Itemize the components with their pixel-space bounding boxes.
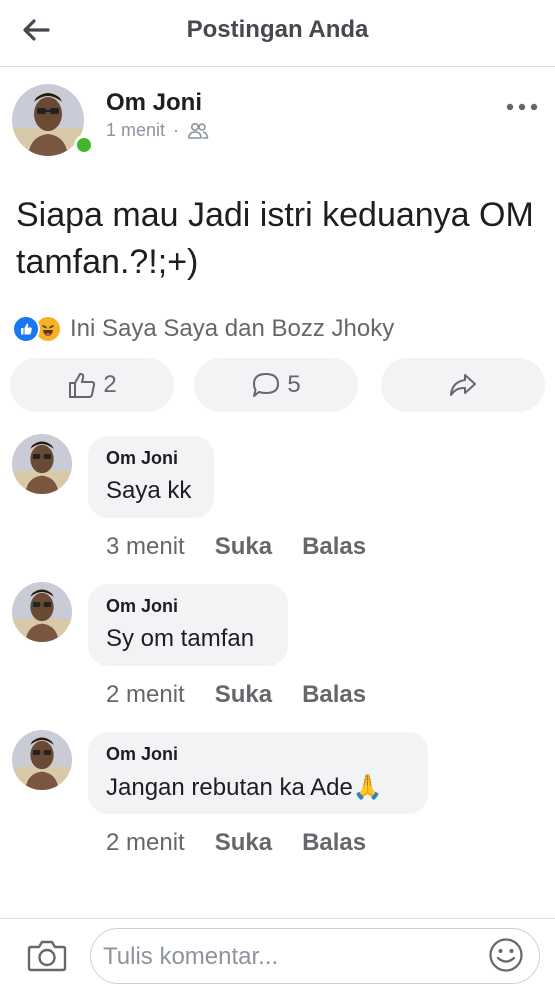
more-options-button[interactable] [502, 92, 542, 122]
meta-separator: · [173, 120, 180, 140]
comment-reply-button[interactable]: Balas [302, 829, 366, 857]
comment-reply-button[interactable]: Balas [302, 533, 366, 561]
comment-input-box[interactable] [90, 928, 540, 984]
reactions-text: Ini Saya Saya dan Bozz Jhoky [70, 315, 395, 342]
smiley-icon [489, 938, 523, 972]
reactions-summary[interactable]: Ini Saya Saya dan Bozz Jhoky [12, 315, 394, 343]
comment-time: 2 menit [106, 829, 185, 856]
share-button[interactable] [381, 358, 545, 412]
comment-text: Jangan rebutan ka Ade [106, 774, 353, 801]
comment-author[interactable]: Om Joni [106, 448, 194, 469]
comment-author[interactable]: Om Joni [106, 596, 268, 617]
share-arrow-icon [450, 374, 476, 396]
comment-like-button[interactable]: Suka [215, 829, 272, 857]
comment-meta: 3 menit Suka Balas [106, 533, 366, 561]
comment-time: 2 menit [106, 681, 185, 708]
comment-reply-button[interactable]: Balas [302, 681, 366, 709]
comment-like-button[interactable]: Suka [215, 533, 272, 561]
comment-time: 3 menit [106, 533, 185, 560]
post-meta: 1 menit · [106, 120, 209, 141]
emoji-button[interactable] [486, 935, 526, 975]
like-count: 2 [103, 371, 117, 398]
post-author-name[interactable]: Om Joni [106, 89, 202, 117]
camera-icon [27, 940, 67, 972]
camera-button[interactable] [26, 935, 68, 975]
thumbs-up-icon [69, 372, 96, 398]
comment-bubble[interactable]: Om Joni Jangan rebutan ka Ade🙏 [88, 732, 428, 814]
friends-audience-icon [188, 122, 209, 139]
comment-text-wrap: Jangan rebutan ka Ade🙏 [106, 773, 408, 802]
comment-button[interactable]: 5 [194, 358, 358, 412]
comment-avatar[interactable] [12, 582, 72, 642]
comment-text: Saya kk [106, 477, 192, 504]
post-time[interactable]: 1 menit [106, 120, 165, 141]
more-horizontal-icon [506, 103, 538, 111]
comment-text: Sy om tamfan [106, 625, 255, 652]
comment-meta: 2 menit Suka Balas [106, 681, 366, 709]
comment-bubble[interactable]: Om Joni Saya kk [88, 436, 214, 518]
post-body-text: Siapa mau Jadi istri keduanya OM tamfan.… [16, 196, 534, 281]
comment-bubble-icon [253, 373, 280, 397]
comment-avatar[interactable] [12, 434, 72, 494]
online-status-dot [74, 135, 94, 155]
comment-count: 5 [287, 371, 301, 398]
comment-avatar[interactable] [12, 730, 72, 790]
page-title: Postingan Anda [186, 16, 369, 43]
comment-meta: 2 menit Suka Balas [106, 829, 366, 857]
comment-input[interactable] [101, 937, 485, 977]
like-button[interactable]: 2 [10, 358, 174, 412]
praying-hands-emoji: 🙏 [352, 774, 383, 801]
comment-author[interactable]: Om Joni [106, 744, 408, 765]
comment-bubble[interactable]: Om Joni Sy om tamfan [88, 584, 288, 666]
comment-like-button[interactable]: Suka [215, 681, 272, 709]
like-reaction-icon [12, 315, 40, 343]
